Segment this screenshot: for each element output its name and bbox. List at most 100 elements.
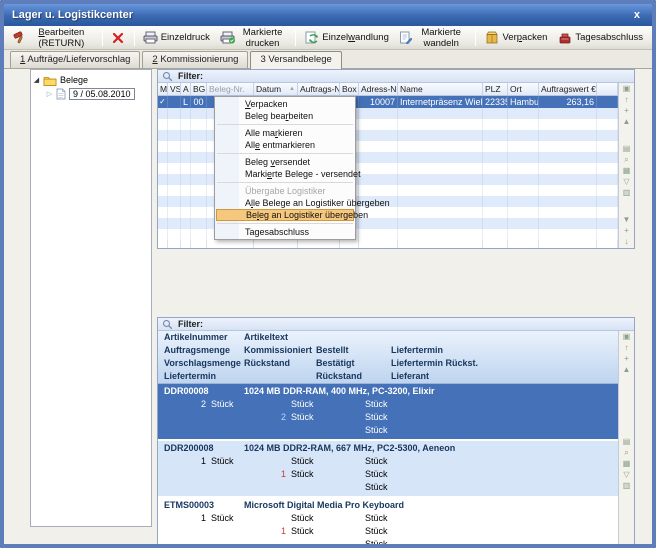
view-icon[interactable]: ▤	[623, 145, 631, 153]
position-row-ddr200008[interactable]: DDR200008 1024 MB DDR2-RAM, 667 MHz, PC2…	[158, 439, 618, 496]
grid-cell	[191, 174, 207, 185]
tab-versandbelege[interactable]: 3 Versandbelege	[250, 51, 341, 69]
hdr-kommissioniert: Kommissioniert	[244, 344, 316, 357]
col-adress-nr[interactable]: Adress-Nr.	[359, 83, 398, 95]
grid-cell	[483, 229, 508, 240]
grid-cell	[539, 174, 597, 185]
page-down-icon[interactable]: ▼	[623, 216, 631, 224]
col-vs[interactable]: VS	[168, 83, 181, 95]
col-plz[interactable]: PLZ	[483, 83, 508, 95]
grid-cell	[359, 229, 398, 240]
tree-item-belege[interactable]: ◢ Belege	[33, 73, 149, 87]
grid-cell	[359, 185, 398, 196]
row-append-icon[interactable]: +	[624, 227, 629, 235]
printer-check-icon	[220, 31, 235, 45]
position-row-ddr00008[interactable]: DDR00008 1024 MB DDR-RAM, 400 MHz, PC-32…	[158, 384, 618, 439]
grid-cell	[597, 196, 618, 207]
einzelwandlung-button[interactable]: Einzelwandlung	[299, 28, 394, 48]
menu-item-uebergabe-logistiker[interactable]: Übergabe Logistiker	[216, 185, 354, 197]
verpacken-button[interactable]: Verpacken	[479, 28, 552, 48]
hdr-empty	[244, 370, 316, 383]
tree-collapsed-icon[interactable]: ▷	[46, 90, 53, 98]
view-icon[interactable]: ▤	[623, 438, 631, 446]
menu-separator	[217, 182, 353, 183]
markierte-drucken-button[interactable]: Markierte drucken	[215, 28, 292, 48]
grid-cell	[181, 141, 191, 152]
grid-cell	[597, 152, 618, 163]
col-m[interactable]: M	[158, 83, 168, 95]
menu-item-beleg-versendet[interactable]: Beleg versendet	[216, 156, 354, 168]
scroll-top-icon[interactable]: ↑	[624, 96, 628, 104]
windows-icon[interactable]: ▥	[623, 482, 631, 490]
row-insert-icon[interactable]: +	[624, 107, 629, 115]
menu-item-alle-markieren[interactable]: Alle markieren	[216, 127, 354, 139]
filter-bar: Filter:	[158, 70, 634, 83]
close-button[interactable]: x	[630, 9, 644, 21]
grid-cell	[359, 108, 398, 119]
edit-icon[interactable]: ▦	[623, 167, 631, 175]
tagesabschluss-button[interactable]: Tagesabschluss	[552, 28, 648, 48]
grid-cell	[168, 207, 181, 218]
cell-bg: 00	[191, 96, 207, 108]
col-auftragswert[interactable]: Auftragswert €	[539, 83, 597, 95]
hdr-liefertermin-2: Liefertermin	[164, 370, 244, 383]
col-a[interactable]: A	[181, 83, 191, 95]
grid-cell	[168, 218, 181, 229]
page-up-icon[interactable]: ▲	[623, 118, 631, 126]
col-name[interactable]: Name	[398, 83, 483, 95]
scroll-top-icon[interactable]: ↑	[624, 344, 628, 352]
menu-item-beleg-an-logistiker[interactable]: Beleg an Logistiker übergeben	[216, 209, 354, 221]
unit-label: Stück	[289, 455, 323, 468]
col-beleg-nr[interactable]: Beleg-Nr.	[207, 83, 254, 95]
grid-cell	[168, 130, 181, 141]
tree-item-beleg-9[interactable]: ▷ 9 / 05.08.2010	[46, 87, 149, 101]
grid-cell	[191, 218, 207, 229]
filter-icon[interactable]: ▽	[623, 471, 629, 479]
red-x-icon	[111, 31, 126, 45]
tree-expanded-icon[interactable]: ◢	[33, 76, 40, 84]
menu-item-verpacken[interactable]: Verpacken	[216, 98, 354, 110]
grid-cell	[158, 174, 168, 185]
search-icon[interactable]: ⌕	[624, 156, 628, 164]
menu-item-beleg-bearbeiten[interactable]: Beleg bearbeiten	[216, 110, 354, 122]
row-checkbox[interactable]: ✓	[158, 96, 168, 108]
unit-label: Stück	[363, 525, 397, 538]
scroll-bottom-icon[interactable]: ↓	[624, 238, 628, 246]
col-box[interactable]: Box	[340, 83, 359, 95]
titlebar[interactable]: Lager u. Logistikcenter x	[4, 4, 652, 26]
bearbeiten-button[interactable]: Bearbeiten (RETURN)	[8, 28, 99, 48]
col-bg[interactable]: BG	[191, 83, 207, 95]
windows-icon[interactable]: ▥	[623, 189, 631, 197]
filter-icon[interactable]: ▽	[623, 178, 629, 186]
tab-kommissionierung[interactable]: 2 Kommissionierung	[142, 51, 248, 68]
einzeldruck-button[interactable]: Einzeldruck	[138, 28, 215, 48]
grid-cell	[539, 196, 597, 207]
edit-icon[interactable]: ▦	[623, 460, 631, 468]
grid-cell	[191, 141, 207, 152]
position-row-etms00003[interactable]: ETMS00003 Microsoft Digital Media Pro Ke…	[158, 496, 618, 548]
search-icon[interactable]: ⌕	[624, 449, 628, 457]
delete-button[interactable]	[106, 28, 131, 48]
customize-columns-icon[interactable]: ▣	[623, 333, 631, 341]
row-insert-icon[interactable]: +	[624, 355, 629, 363]
menu-item-alle-entmarkieren[interactable]: Alle entmarkieren	[216, 139, 354, 151]
unit-label: Stück	[209, 398, 243, 411]
grid-cell	[207, 240, 254, 248]
grid-cell	[539, 218, 597, 229]
unit-label: Stück	[289, 398, 323, 411]
menu-item-markierte-belege-versendet[interactable]: Markierte Belege - versendet	[216, 168, 354, 180]
page-convert-icon	[399, 31, 412, 45]
markierte-wandeln-button[interactable]: Markierte wandeln	[394, 28, 473, 48]
customize-columns-icon[interactable]: ▣	[623, 85, 631, 93]
grid-cell	[398, 130, 483, 141]
tab-auftraege-liefervorschlag[interactable]: 1 Aufträge/Liefervorschlag	[10, 51, 140, 68]
unit-label: Stück	[289, 468, 323, 481]
col-ort[interactable]: Ort	[508, 83, 539, 95]
col-datum[interactable]: Datum ▲	[254, 83, 298, 95]
page-up-icon[interactable]: ▲	[623, 366, 631, 374]
artikelnummer: DDR00008	[164, 385, 244, 398]
menu-item-alle-belege-an-logistiker[interactable]: Alle Belege an Logistiker übergeben	[216, 197, 354, 209]
col-auftrags-nr[interactable]: Auftrags-Nr.	[298, 83, 340, 95]
grid-cell	[191, 185, 207, 196]
menu-item-tagesabschluss[interactable]: Tagesabschluss	[216, 226, 354, 238]
